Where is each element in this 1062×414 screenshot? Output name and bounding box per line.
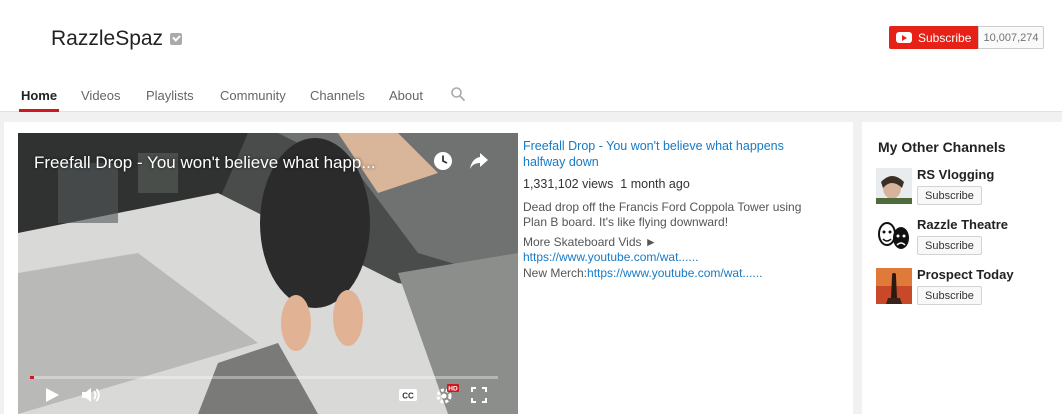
other-channel-name[interactable]: RS Vlogging [917, 167, 994, 182]
other-channel-name[interactable]: Prospect Today [917, 267, 1014, 282]
more-vids-link[interactable]: https://www.youtube.com/wat...... [523, 250, 698, 264]
upload-age: 1 month ago [620, 177, 690, 191]
video-meta: 1,331,102 views 1 month ago [523, 177, 823, 193]
featured-video-section: Freefall Drop - You won't believe what h… [4, 122, 853, 414]
more-vids-label: More Skateboard Vids ► [523, 234, 657, 249]
watch-later-icon[interactable] [433, 151, 453, 171]
tab-channels[interactable]: Channels [310, 78, 365, 112]
tab-about[interactable]: About [389, 78, 423, 112]
other-channel-item: RS Vlogging Subscribe [876, 167, 1056, 208]
play-icon[interactable] [44, 386, 60, 404]
subscribe-label: Subscribe [918, 30, 972, 45]
tab-videos[interactable]: Videos [81, 78, 121, 112]
other-channel-subscribe-button[interactable]: Subscribe [917, 286, 982, 305]
other-channel-subscribe-button[interactable]: Subscribe [917, 236, 982, 255]
tab-playlists[interactable]: Playlists [146, 78, 194, 112]
other-channel-name[interactable]: Razzle Theatre [917, 217, 1008, 232]
channel-avatar[interactable] [876, 268, 912, 304]
other-channels-title: My Other Channels [878, 139, 1006, 155]
other-channels-sidebar: My Other Channels RS Vlogging Subscribe … [862, 122, 1062, 414]
settings-gear-icon[interactable]: HD [434, 383, 460, 405]
verified-icon [170, 33, 182, 45]
other-channel-subscribe-button[interactable]: Subscribe [917, 186, 982, 205]
hd-badge-label: HD [448, 386, 458, 393]
merch-line: New Merch:https://www.youtube.com/wat...… [523, 266, 823, 282]
share-icon[interactable] [469, 152, 489, 170]
player-video-title[interactable]: Freefall Drop - You won't believe what h… [34, 153, 376, 173]
tab-home[interactable]: Home [19, 78, 59, 112]
view-count: 1,331,102 views [523, 177, 614, 191]
merch-label: New Merch: [523, 265, 588, 280]
channel-name[interactable]: RazzleSpaz [51, 27, 163, 51]
video-description: Dead drop off the Francis Ford Coppola T… [523, 199, 802, 230]
featured-video-title-link[interactable]: Freefall Drop - You won't believe what h… [523, 139, 823, 170]
youtube-logo-icon [896, 32, 912, 43]
tab-community[interactable]: Community [220, 78, 286, 112]
video-description-panel: Freefall Drop - You won't believe what h… [523, 139, 823, 281]
other-channel-item: Prospect Today Subscribe [876, 267, 1056, 308]
svg-text:CC: CC [402, 392, 414, 401]
subscriber-count: 10,007,274 [978, 26, 1044, 49]
video-thumbnail [18, 133, 518, 414]
subscribe-button[interactable]: Subscribe [889, 26, 978, 49]
video-player[interactable]: Freefall Drop - You won't believe what h… [18, 133, 518, 414]
progress-bar-fill [30, 376, 34, 379]
fullscreen-icon[interactable] [470, 386, 488, 404]
other-channel-item: Razzle Theatre Subscribe [876, 217, 1056, 258]
channel-header: RazzleSpaz Subscribe 10,007,274 Home Vid… [0, 0, 1062, 112]
captions-icon[interactable]: CC [397, 386, 419, 404]
progress-bar[interactable] [30, 376, 498, 379]
channel-avatar[interactable] [876, 218, 912, 254]
volume-icon[interactable] [80, 386, 102, 404]
channel-avatar[interactable] [876, 168, 912, 204]
search-icon[interactable] [451, 87, 465, 101]
merch-link[interactable]: https://www.youtube.com/wat...... [587, 266, 762, 280]
more-vids-line: More Skateboard Vids ► https://www.youtu… [523, 235, 823, 266]
